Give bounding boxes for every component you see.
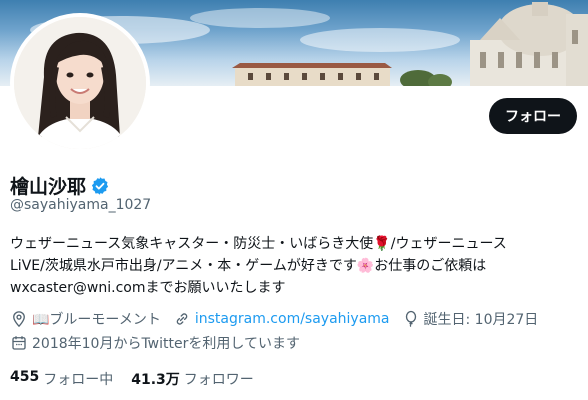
website-link[interactable]: instagram.com/sayahiyama	[195, 311, 390, 327]
birthday-text: 誕生日: 10月27日	[423, 312, 539, 328]
followers-count: 41.3万	[131, 372, 180, 388]
link-icon	[176, 313, 188, 325]
followers-label: フォロワー	[183, 372, 254, 388]
handle: @sayahiyama_1027	[10, 197, 152, 213]
profile-stats: 455 フォロー中 41.3万 フォロワー	[10, 369, 254, 389]
name-row: 檜山沙耶	[10, 172, 110, 199]
following-label: フォロー中	[43, 372, 114, 388]
joined-text: 2018年10月からTwitterを利用しています	[32, 336, 300, 352]
profile-bio: ウェザーニュース気象キャスター・防災士・いばらき大使🌹/ウェザーニュース LiV…	[10, 236, 507, 296]
balloon-icon	[405, 310, 416, 328]
follow-button[interactable]: フォロー	[489, 98, 577, 134]
profile-meta: 📖ブルーモーメント instagram.com/sayahiyama 誕生日: …	[10, 309, 550, 329]
location-item: 📖ブルーモーメント	[10, 309, 161, 329]
calendar-icon	[12, 336, 26, 350]
verified-badge-icon[interactable]	[90, 176, 110, 196]
joined-row: 2018年10月からTwitterを利用しています	[10, 333, 300, 353]
avatar-image	[14, 17, 146, 149]
profile-avatar[interactable]	[10, 13, 150, 153]
website-item[interactable]: instagram.com/sayahiyama	[173, 310, 390, 328]
following-link[interactable]: 455 フォロー中	[10, 369, 113, 389]
location-text: 📖ブルーモーメント	[32, 312, 161, 328]
followers-link[interactable]: 41.3万 フォロワー	[131, 369, 254, 389]
birthday-item: 誕生日: 10月27日	[402, 309, 539, 329]
location-pin-icon	[13, 311, 25, 328]
following-count: 455	[10, 369, 40, 385]
display-name: 檜山沙耶	[10, 176, 87, 198]
